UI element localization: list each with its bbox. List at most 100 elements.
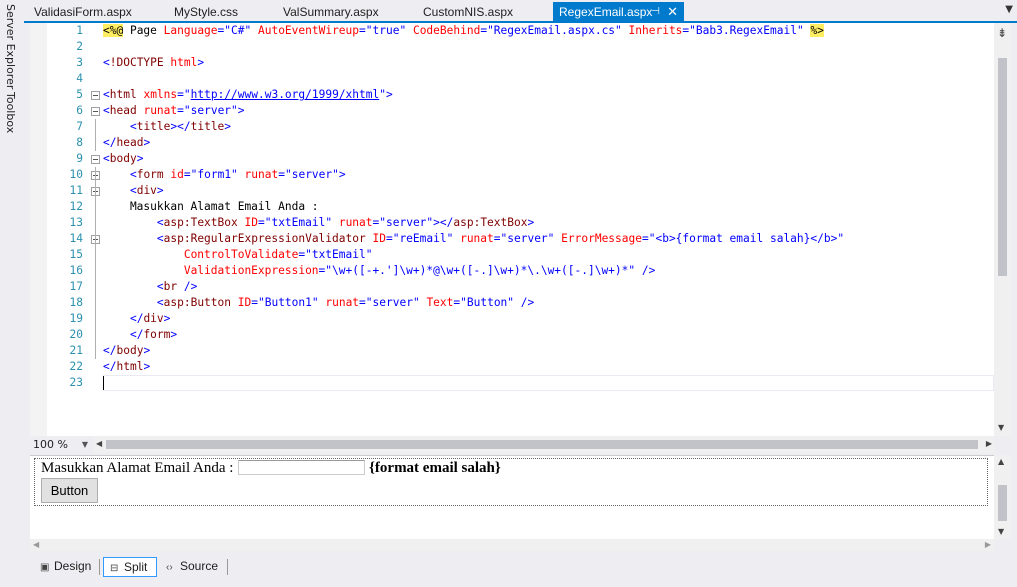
code-token: div	[143, 312, 164, 325]
collapse-icon[interactable]	[91, 107, 100, 116]
side-tool-strip: Server Explorer Toolbox	[0, 0, 24, 587]
scroll-down-icon[interactable]: ▼	[998, 527, 1004, 536]
code-line[interactable]: 7 <title></title>	[30, 119, 994, 135]
code-line[interactable]: 18 <asp:Button ID="Button1" runat="serve…	[30, 295, 994, 311]
line-number: 22	[69, 360, 83, 373]
scroll-thumb[interactable]	[998, 485, 1007, 521]
scroll-left-icon[interactable]: ◀	[33, 540, 39, 549]
code-token: "C#"	[224, 24, 252, 37]
code-line[interactable]: 17 <br />	[30, 279, 994, 295]
code-text: </div>	[103, 311, 170, 327]
scroll-up-icon[interactable]: ▲	[998, 457, 1004, 466]
code-token: ></	[433, 216, 454, 229]
chevron-down-icon[interactable]: ▼	[1005, 4, 1013, 15]
code-token: ID	[244, 216, 258, 229]
close-icon[interactable]: ✕	[667, 2, 678, 22]
preview-button[interactable]: Button	[41, 478, 98, 503]
code-text: </html>	[103, 359, 150, 375]
scroll-left-icon[interactable]: ◀	[96, 439, 102, 448]
line-number: 16	[69, 264, 83, 277]
scroll-right-icon[interactable]: ▶	[986, 439, 992, 448]
separator	[99, 559, 100, 575]
code-token: Masukkan Alamat Email Anda :	[103, 200, 319, 213]
tab-valsummary[interactable]: ValSummary.aspx	[273, 4, 418, 22]
pin-icon[interactable]: ⊣	[651, 2, 660, 22]
server-explorer-tab[interactable]: Server Explorer	[4, 4, 17, 89]
collapse-icon[interactable]	[91, 91, 100, 100]
code-line[interactable]: 3 <!DOCTYPE html>	[30, 55, 994, 71]
code-line[interactable]: 4	[30, 71, 994, 87]
code-token: "server"	[500, 232, 555, 245]
source-view-button[interactable]: ‹› Source	[160, 557, 226, 577]
code-line[interactable]: 6 <head runat="server">	[30, 103, 994, 119]
code-line[interactable]: 10 <form id="form1" runat="server">	[30, 167, 994, 183]
code-token: ControlToValidate	[183, 248, 299, 261]
toolbox-tab[interactable]: Toolbox	[4, 92, 17, 133]
tab-validasiform[interactable]: ValidasiForm.aspx	[24, 4, 164, 22]
editor-horizontal-scrollbar[interactable]: ◀ ▶	[94, 436, 994, 453]
code-token: <	[156, 280, 164, 293]
code-token: "	[379, 88, 386, 101]
scroll-down-icon[interactable]: ▼	[998, 423, 1004, 432]
code-line[interactable]: 21 </body>	[30, 343, 994, 359]
design-horizontal-scrollbar[interactable]: ◀ ▶	[30, 539, 994, 551]
tab-customnis[interactable]: CustomNIS.aspx	[413, 4, 553, 22]
code-line[interactable]: 9 <body>	[30, 151, 994, 167]
code-token: </	[129, 328, 144, 341]
scroll-thumb[interactable]	[106, 440, 978, 449]
code-token: />	[520, 296, 535, 309]
code-token: >	[143, 344, 151, 357]
fold-guide	[95, 279, 96, 295]
code-line[interactable]: 2	[30, 39, 994, 55]
code-line[interactable]: 16 ValidationExpression="\w+([-+.']\w+)*…	[30, 263, 994, 279]
code-line[interactable]: 11 <div>	[30, 183, 994, 199]
code-token: title	[190, 120, 225, 133]
code-text: </head>	[103, 135, 150, 151]
code-line[interactable]: 20 </form>	[30, 327, 994, 343]
code-token: <	[103, 104, 110, 117]
view-label: Source	[180, 559, 219, 573]
code-token: ErrorMessage	[561, 232, 642, 245]
code-text: <html xmlns="http://www.w3.org/1999/xhtm…	[103, 87, 393, 103]
editor-vertical-scrollbar[interactable]: ⇟ ▼	[994, 23, 1011, 436]
code-token: CodeBehind	[412, 24, 481, 37]
code-line[interactable]: 1 <%@ Page Language="C#" AutoEventWireup=…	[30, 23, 994, 39]
code-line[interactable]: 22 </html>	[30, 359, 994, 375]
code-token: >	[224, 120, 232, 133]
design-vertical-scrollbar[interactable]: ▲ ▼	[994, 455, 1011, 539]
split-handle-icon[interactable]: ⇟	[997, 26, 1007, 40]
code-line[interactable]: 19 </div>	[30, 311, 994, 327]
scroll-right-icon[interactable]: ▶	[985, 540, 991, 549]
code-token: "server"	[284, 168, 339, 181]
code-line[interactable]: 23	[30, 375, 994, 391]
code-line[interactable]: 13 <asp:TextBox ID="txtEmail" runat="ser…	[30, 215, 994, 231]
code-line[interactable]: 14 <asp:RegularExpressionValidator ID="r…	[30, 231, 994, 247]
code-line[interactable]: 12 Masukkan Alamat Email Anda :	[30, 199, 994, 215]
split-view-button[interactable]: ⊟ Split	[103, 557, 157, 577]
scroll-thumb[interactable]	[998, 58, 1007, 276]
code-token: =	[278, 168, 285, 181]
tab-mystyle[interactable]: MyStyle.css	[164, 4, 274, 22]
zoom-value: 100 %	[33, 438, 68, 451]
design-view-button[interactable]: ▣ Design	[34, 557, 98, 577]
tab-regexemail[interactable]: RegexEmail.aspx ⊣ ✕	[553, 2, 684, 22]
code-token: <%@	[103, 24, 124, 37]
collapse-icon[interactable]	[91, 155, 100, 164]
code-line[interactable]: 8 </head>	[30, 135, 994, 151]
code-line[interactable]: 5 <html xmlns="http://www.w3.org/1999/xht…	[30, 87, 994, 103]
code-editor[interactable]: 1 <%@ Page Language="C#" AutoEventWireup=…	[30, 23, 994, 436]
code-line[interactable]: 15 ControlToValidate="txtEmail"	[30, 247, 994, 263]
editor-bottom-bar: 100 % ▼ ◀ ▶	[30, 436, 994, 453]
line-number: 5	[76, 88, 83, 101]
code-token: "txtEmail"	[305, 248, 373, 261]
design-preview-pane[interactable]: Masukkan Alamat Email Anda : {format ema…	[30, 455, 994, 539]
zoom-dropdown[interactable]: 100 % ▼	[30, 437, 90, 452]
email-textbox[interactable]	[238, 460, 365, 475]
